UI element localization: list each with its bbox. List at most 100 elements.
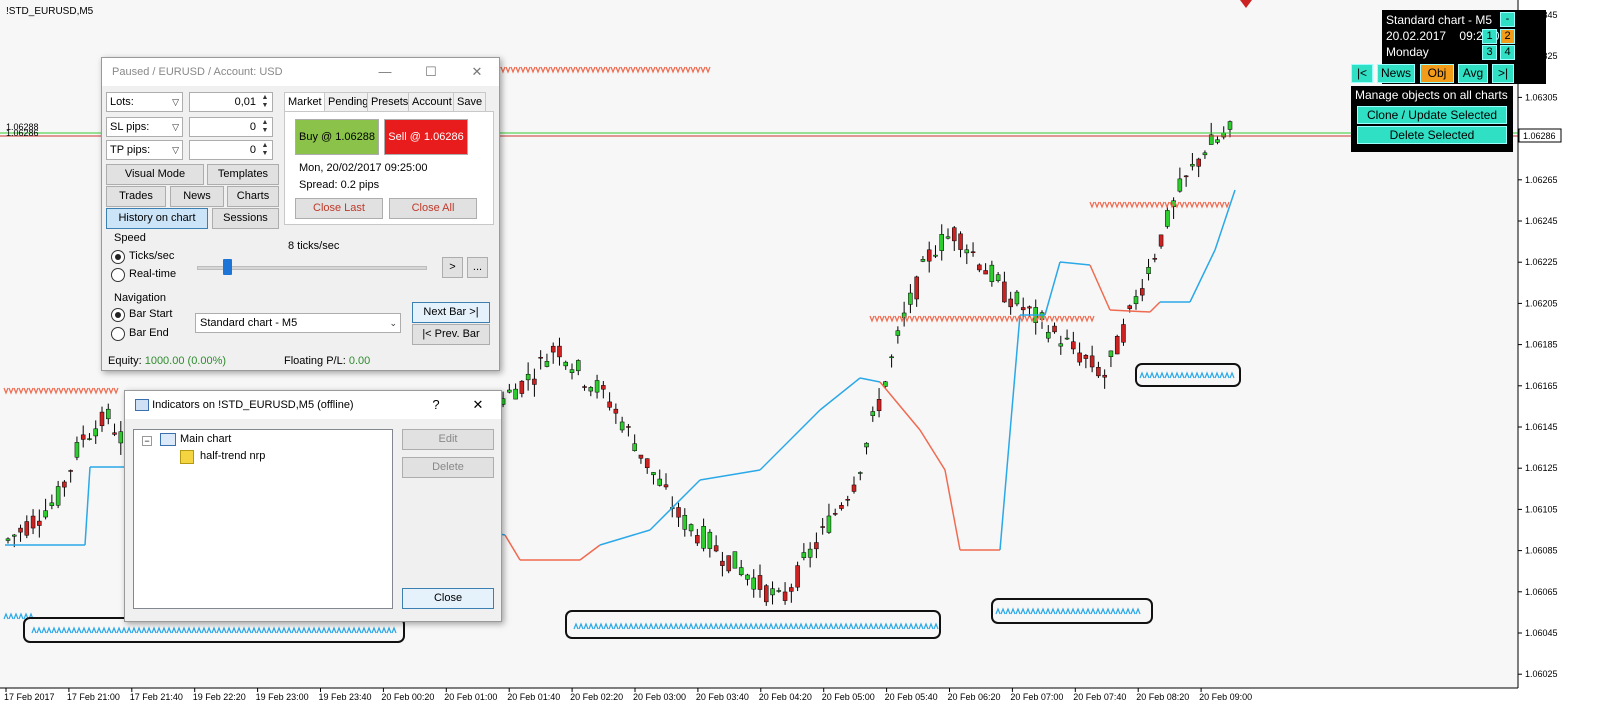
candle-body [1202,152,1208,156]
indicators-window-icon [135,399,149,412]
panel-minimize-button[interactable]: - [1500,12,1515,27]
bar-start-radio[interactable] [111,308,125,322]
tab-market[interactable]: Market [284,92,326,112]
candle-body [18,527,23,533]
candle-body [1064,337,1070,340]
time-label: 20 Feb 07:40 [1073,692,1126,702]
prev-bar-button[interactable]: |< Prev. Bar [412,324,490,345]
candle-body [701,526,706,549]
tab-save[interactable]: Save [453,92,487,112]
panel-slot-1-button[interactable]: 1 [1482,29,1497,44]
candle-body [845,499,850,501]
candle-body [795,565,800,588]
nav-obj-button[interactable]: Obj [1420,64,1454,83]
candle-body [1089,355,1095,368]
spin-down-icon[interactable]: ▼ [259,102,271,110]
visual-mode-button[interactable]: Visual Mode [106,164,204,185]
news-button[interactable]: News [170,186,224,207]
lots-value: 0,01 [234,96,256,108]
minimize-icon[interactable]: — [372,58,398,86]
help-icon[interactable]: ? [423,391,449,419]
sl-input[interactable]: 0 ▲ ▼ [189,117,273,137]
sessions-button[interactable]: Sessions [212,208,279,229]
lots-dropdown[interactable]: Lots: ▽ [106,92,183,112]
collapse-icon[interactable]: − [142,436,152,446]
tp-input[interactable]: 0 ▲ ▼ [189,140,273,160]
candle-body [519,380,525,394]
indicators-tree[interactable]: − Main chart half-trend nrp [133,429,393,609]
close-icon[interactable]: ✕ [464,58,490,86]
delete-button[interactable]: Delete [402,457,494,478]
price-label: 1.06025 [1525,669,1558,679]
candle-body [770,588,775,596]
candle-body [745,574,750,580]
charts-button[interactable]: Charts [227,186,279,207]
chart-select[interactable]: Standard chart - M5 ⌄ [195,313,401,333]
speed-more-button[interactable]: ... [467,257,488,278]
candle-body [93,428,98,437]
nav-avg-button[interactable]: Avg [1458,64,1488,83]
tree-item-half-trend[interactable]: half-trend nrp [200,450,265,462]
nav-last-button[interactable]: >| [1492,64,1514,83]
close-button[interactable]: Close [402,588,494,609]
trading-dialog-titlebar[interactable]: Paused / EURUSD / Account: USD — ☐ ✕ [102,58,499,86]
clone-update-button[interactable]: Clone / Update Selected [1357,106,1507,124]
spin-down-icon[interactable]: ▼ [259,127,271,135]
nav-news-button[interactable]: News [1377,64,1415,83]
panel-slot-4-button[interactable]: 4 [1500,45,1515,60]
candle-body [525,373,531,381]
maximize-icon[interactable]: ☐ [418,58,444,86]
delete-selected-button[interactable]: Delete Selected [1357,126,1507,144]
candle-body [826,515,832,533]
spin-up-icon[interactable]: ▲ [259,142,271,150]
spin-down-icon[interactable]: ▼ [259,150,271,158]
next-bar-button[interactable]: Next Bar >| [412,302,490,323]
tab-account[interactable]: Account [408,92,456,112]
bar-end-radio[interactable] [111,327,125,341]
nav-first-button[interactable]: |< [1351,64,1373,83]
spin-up-icon[interactable]: ▲ [259,94,271,102]
speed-slider-thumb[interactable] [223,259,232,275]
candle-body [118,431,124,444]
candle-body [1140,288,1145,296]
spin-up-icon[interactable]: ▲ [259,119,271,127]
tree-root-main-chart[interactable]: Main chart [180,433,231,445]
realtime-radio[interactable] [111,268,125,282]
tp-dropdown[interactable]: TP pips: ▽ [106,140,183,160]
candle-body [1096,367,1101,377]
panel-slot-2-button[interactable]: 2 [1500,29,1515,44]
buy-button[interactable]: Buy @ 1.06288 [295,119,379,155]
candle-body [908,292,913,305]
edit-button[interactable]: Edit [402,429,494,450]
ticks-radio[interactable] [111,250,125,264]
templates-button[interactable]: Templates [207,164,279,185]
trades-button[interactable]: Trades [106,186,166,207]
panel-chart-name: Standard chart - M5 [1386,13,1493,27]
close-all-button[interactable]: Close All [389,198,477,219]
candle-body [864,442,869,448]
candle-body [1133,296,1139,305]
candle-body [989,264,995,283]
chart-title: !STD_EURUSD,M5 [6,6,94,17]
sl-dropdown[interactable]: SL pips: ▽ [106,117,183,137]
close-icon[interactable]: ✕ [465,391,491,419]
chevron-down-icon: ⌄ [389,318,397,328]
candle-body [588,387,594,392]
candle-body [43,510,48,518]
price-axis[interactable] [1518,0,1600,726]
candle-body [576,360,581,372]
sell-button[interactable]: Sell @ 1.06286 [384,119,468,155]
candle-body [1008,298,1013,308]
tab-pending[interactable]: Pending [324,92,373,112]
price-label: 1.06305 [1525,92,1558,102]
play-button[interactable]: > [442,257,463,278]
history-on-chart-button[interactable]: History on chart [106,208,208,229]
spread-text: Spread: 0.2 pips [299,179,380,191]
tab-presets[interactable]: Presets [367,92,413,112]
close-last-button[interactable]: Close Last [295,198,383,219]
candle-body [594,380,600,393]
indicators-titlebar[interactable]: Indicators on !STD_EURUSD,M5 (offline) ?… [125,391,501,419]
lots-input[interactable]: 0,01 ▲ ▼ [189,92,273,112]
candle-body [1146,267,1151,274]
panel-slot-3-button[interactable]: 3 [1482,45,1497,60]
